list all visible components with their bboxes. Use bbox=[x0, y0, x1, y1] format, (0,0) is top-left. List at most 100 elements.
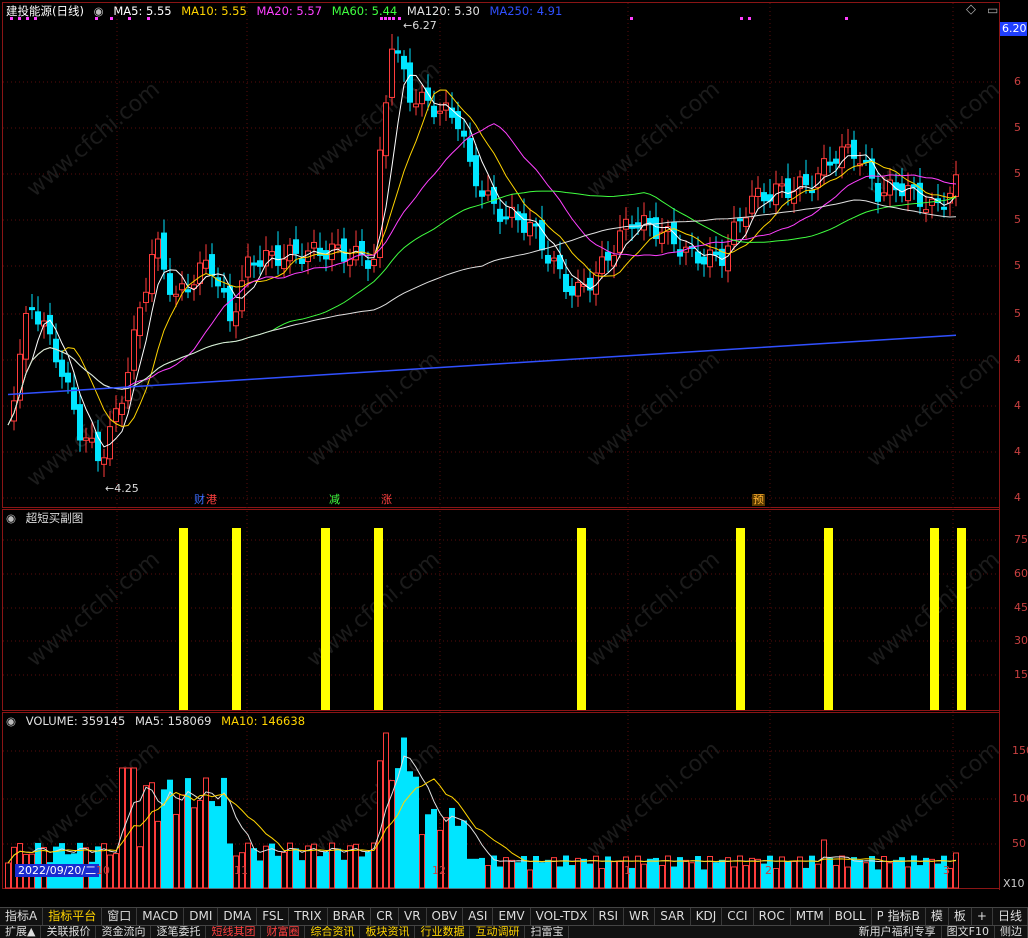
stock-title[interactable]: 建投能源(日线) bbox=[6, 4, 84, 18]
indicator-tab[interactable]: DMI bbox=[184, 908, 219, 925]
bottom-tab[interactable]: 互动调研 bbox=[470, 926, 526, 938]
ma250-line bbox=[7, 334, 957, 396]
indicator-right-tab[interactable]: + bbox=[972, 908, 993, 925]
candle-body bbox=[29, 307, 35, 311]
buy-signal-bar bbox=[824, 528, 833, 710]
candle-body bbox=[563, 273, 569, 293]
indicator-tab[interactable]: EMV bbox=[493, 908, 531, 925]
bottom-toolbar: 扩展▲ 关联报价 资金流向 逐笔委托 短线其团 财富圈 综合资讯 板块资讯 行业数据 互动调研 扫雷… bbox=[0, 925, 1028, 938]
indicator-tab[interactable]: FSL bbox=[257, 908, 290, 925]
candle-body bbox=[179, 283, 185, 291]
circle-icon[interactable]: ◉ bbox=[6, 511, 16, 525]
candle-body bbox=[11, 400, 17, 422]
candle-body bbox=[83, 437, 89, 441]
indicator-tab[interactable]: KDJ bbox=[691, 908, 723, 925]
bottom-right-tab[interactable]: 侧边 bbox=[995, 926, 1028, 938]
volume-unit: X10 bbox=[1003, 877, 1025, 890]
month-label: 2 bbox=[765, 864, 772, 877]
bottom-tab[interactable]: 关联报价 bbox=[41, 926, 97, 938]
candle-body bbox=[137, 307, 143, 337]
indicator-tab[interactable]: MTM bbox=[791, 908, 830, 925]
sub-panel-title[interactable]: 超短买副图 bbox=[26, 511, 84, 525]
candle-body bbox=[779, 183, 785, 187]
indicator-tab[interactable]: VR bbox=[399, 908, 427, 925]
candle-body bbox=[203, 259, 209, 269]
month-label: 1 bbox=[624, 864, 631, 877]
buy-signal-bar bbox=[736, 528, 745, 710]
indicator-tab[interactable]: BRAR bbox=[328, 908, 372, 925]
candle-body bbox=[281, 258, 287, 270]
indicator-tab[interactable]: TRIX bbox=[289, 908, 328, 925]
candle-body bbox=[143, 291, 149, 304]
volume-bar bbox=[461, 820, 467, 889]
candle-body bbox=[617, 230, 623, 253]
buy-signal-bar bbox=[321, 528, 330, 710]
candle-body bbox=[395, 50, 401, 54]
indicator-tab[interactable]: 指标平台 bbox=[43, 908, 103, 925]
indicator-tab[interactable]: ASI bbox=[463, 908, 494, 925]
bottom-tab[interactable]: 扫雷宝 bbox=[525, 926, 570, 938]
circle-icon[interactable]: ◉ bbox=[94, 4, 104, 18]
bottom-tab[interactable]: 逐笔委托 bbox=[151, 926, 207, 938]
indicator-tab[interactable]: CR bbox=[371, 908, 399, 925]
volume-bar bbox=[425, 814, 431, 889]
indicator-tab[interactable]: RSI bbox=[594, 908, 625, 925]
bottom-tab[interactable]: 短线其团 bbox=[206, 926, 262, 938]
ma120-label: MA120: 5.30 bbox=[406, 4, 480, 18]
bottom-right-tab[interactable]: 图文F10 bbox=[942, 926, 995, 938]
month-label: 3 bbox=[943, 864, 950, 877]
candle-body bbox=[521, 213, 527, 233]
candle-body bbox=[827, 161, 833, 166]
indicator-right-tab[interactable]: 板 bbox=[949, 908, 972, 925]
indicator-right-tab[interactable]: 指标B bbox=[883, 908, 926, 925]
candle-body bbox=[623, 218, 629, 230]
candle-body bbox=[101, 457, 107, 465]
candle-body bbox=[233, 311, 239, 327]
diamond-icon[interactable]: ◇ bbox=[966, 3, 976, 17]
indicator-tab[interactable]: VOL-TDX bbox=[531, 908, 594, 925]
bottom-right-tab[interactable]: 新用户福利专享 bbox=[854, 926, 942, 938]
indicator-tab[interactable]: WR bbox=[624, 908, 656, 925]
circle-icon[interactable]: ◉ bbox=[6, 714, 16, 728]
candle-body bbox=[785, 178, 791, 199]
sub-tick: 75 bbox=[1014, 533, 1028, 546]
event-marker-rise[interactable]: 涨 bbox=[380, 494, 393, 506]
bottom-tab[interactable]: 行业数据 bbox=[415, 926, 471, 938]
candle-body bbox=[767, 194, 773, 202]
candle-body bbox=[113, 408, 119, 423]
indicator-tab[interactable]: 指标A bbox=[0, 908, 44, 925]
candle-body bbox=[707, 249, 713, 268]
candle-body bbox=[545, 254, 551, 264]
indicator-right-tab[interactable]: 日线 bbox=[993, 908, 1028, 925]
watermark: www.cfchi.com bbox=[862, 347, 1004, 472]
candle-body bbox=[809, 189, 815, 194]
indicator-right-tab[interactable]: 模 bbox=[926, 908, 949, 925]
price-tick: 5 bbox=[1014, 213, 1021, 226]
volume-legend: ◉ VOLUME: 359145 MA5: 158069 MA10: 14663… bbox=[6, 714, 311, 728]
event-marker-forecast[interactable]: 预 bbox=[752, 494, 765, 506]
indicator-tab[interactable]: SAR bbox=[655, 908, 691, 925]
bottom-tab[interactable]: 扩展▲ bbox=[0, 926, 42, 938]
bottom-tab[interactable]: 资金流向 bbox=[96, 926, 152, 938]
candle-body bbox=[251, 262, 257, 266]
ma250-label: MA250: 4.91 bbox=[489, 4, 563, 18]
indicator-tab[interactable]: ROC bbox=[754, 908, 791, 925]
event-marker-reduce[interactable]: 减 bbox=[328, 494, 341, 506]
window-control-icon[interactable]: ▭ bbox=[987, 3, 998, 17]
candle-body bbox=[875, 182, 881, 202]
sub-tick: 15 bbox=[1014, 668, 1028, 681]
candle-body bbox=[401, 55, 407, 70]
bottom-tab[interactable]: 财富圈 bbox=[261, 926, 306, 938]
candle-body bbox=[701, 256, 707, 265]
indicator-tab[interactable]: BOLL bbox=[830, 908, 872, 925]
indicator-tab[interactable]: CCI bbox=[722, 908, 754, 925]
indicator-tab[interactable]: 窗口 bbox=[102, 908, 138, 925]
indicator-tab[interactable]: MACD bbox=[137, 908, 185, 925]
bottom-tab[interactable]: 综合资讯 bbox=[305, 926, 361, 938]
indicator-tab[interactable]: OBV bbox=[427, 908, 464, 925]
bottom-tab[interactable]: 板块资讯 bbox=[360, 926, 416, 938]
month-label: 11 bbox=[234, 864, 248, 877]
event-marker-hk[interactable]: 港 bbox=[205, 494, 218, 506]
indicator-tab[interactable]: DMA bbox=[218, 908, 258, 925]
date-axis: 2022/09/20/二 10 11 12 1 2 3 bbox=[3, 864, 999, 877]
